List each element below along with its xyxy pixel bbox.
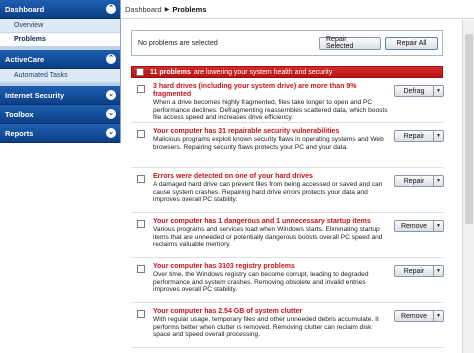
list-item: Your computer has 1 dangerous and 1 unne… — [131, 213, 444, 258]
problem-description: Various programs and services load when … — [153, 226, 383, 249]
sidebar-header-dashboard[interactable]: Dashboard ⌃ — [0, 0, 120, 19]
sidebar-header-reports[interactable]: Reports ⌄ — [0, 124, 120, 143]
sidebar-item-automated-tasks[interactable]: Automated Tasks — [0, 69, 120, 83]
sidebar-item-problems[interactable]: Problems — [0, 33, 120, 47]
select-all-checkbox[interactable] — [136, 68, 144, 76]
list-item: Errors were detected on one of your hard… — [131, 168, 444, 213]
problem-description: Over time, the Windows registry can beco… — [153, 271, 369, 294]
problem-title: Your computer has 1 dangerous and 1 unne… — [153, 218, 371, 225]
selection-status: No problems are selected — [138, 39, 218, 47]
item-checkbox[interactable] — [137, 175, 145, 183]
sidebar-header-label: Internet Security — [5, 90, 65, 100]
remove-button[interactable]: Remove — [394, 220, 434, 232]
problem-description: A damaged hard drive can prevent files f… — [153, 181, 383, 204]
sidebar-header-label: Reports — [5, 128, 34, 138]
sidebar-header-label: Toolbox — [5, 109, 34, 119]
chevron-down-icon[interactable]: ▼ — [434, 85, 444, 97]
defrag-button[interactable]: Defrag — [394, 85, 434, 97]
chevron-down-icon[interactable]: ▼ — [434, 220, 444, 232]
repair-button[interactable]: Repair — [394, 265, 434, 277]
problems-count: 11 problems — [150, 68, 191, 76]
chevron-down-icon[interactable]: ▼ — [434, 265, 444, 277]
problem-list: 3 hard drives (including your system dri… — [131, 78, 444, 348]
chevron-down-icon[interactable]: ▼ — [434, 175, 444, 187]
list-item: Your computer has 3103 registry problems… — [131, 258, 444, 303]
item-checkbox[interactable] — [137, 220, 145, 228]
remove-button[interactable]: Remove — [394, 310, 434, 322]
scrollbar[interactable] — [462, 20, 474, 353]
problem-description: With regular usage, temporary files and … — [153, 316, 379, 339]
chevron-down-icon[interactable]: ▼ — [434, 130, 444, 142]
collapse-icon[interactable]: ⌃ — [106, 54, 116, 64]
sidebar-header-toolbox[interactable]: Toolbox ⌄ — [0, 105, 120, 124]
list-item: 3 hard drives (including your system dri… — [131, 78, 444, 123]
problem-title: 3 hard drives (including your system dri… — [153, 83, 357, 98]
sidebar-empty-area — [0, 143, 121, 353]
sidebar-header-activecare[interactable]: ActiveCare ⌃ — [0, 50, 120, 69]
collapse-icon[interactable]: ⌃ — [106, 4, 116, 14]
chevron-right-icon: ▶ — [164, 6, 170, 13]
item-checkbox[interactable] — [137, 85, 145, 93]
sidebar-header-label: Dashboard — [5, 4, 45, 14]
item-checkbox[interactable] — [137, 130, 145, 138]
problem-title: Your computer has 2.54 GB of system clut… — [153, 308, 303, 315]
breadcrumb-root[interactable]: Dashboard — [125, 5, 162, 14]
breadcrumb-current: Problems — [172, 4, 207, 14]
breadcrumb: Dashboard ▶ Problems — [121, 0, 474, 19]
problem-description: Malicious programs exploit known securit… — [153, 136, 384, 151]
problem-description: When a drive becomes highly fragmented, … — [153, 99, 388, 122]
expand-icon[interactable]: ⌄ — [106, 90, 116, 100]
chevron-down-icon[interactable]: ▼ — [434, 310, 444, 322]
expand-icon[interactable]: ⌄ — [106, 128, 116, 138]
item-checkbox[interactable] — [137, 310, 145, 318]
scrollbar-thumb[interactable] — [465, 34, 473, 224]
repair-selected-button[interactable]: Repair Selected — [319, 36, 381, 50]
repair-button[interactable]: Repair — [394, 175, 434, 187]
list-item: Your computer has 2.54 GB of system clut… — [131, 303, 444, 348]
sidebar-header-label: ActiveCare — [5, 54, 45, 64]
sidebar-header-internet-security[interactable]: Internet Security ⌄ — [0, 86, 120, 105]
item-checkbox[interactable] — [137, 265, 145, 273]
repair-button[interactable]: Repair — [394, 130, 434, 142]
sidebar: Dashboard ⌃ Overview Problems ActiveCare… — [0, 0, 121, 353]
sidebar-item-overview[interactable]: Overview — [0, 19, 120, 33]
problem-title: Your computer has 3103 registry problems — [153, 263, 295, 270]
problems-header-text: are lowering your system health and secu… — [193, 68, 333, 76]
repair-all-button[interactable]: Repair All — [385, 36, 438, 50]
problems-header: 11 problems are lowering your system hea… — [131, 66, 443, 78]
expand-icon[interactable]: ⌄ — [106, 109, 116, 119]
list-item: Your computer has 31 repairable security… — [131, 123, 444, 168]
action-bar: No problems are selected Repair Selected… — [131, 30, 443, 56]
problem-title: Errors were detected on one of your hard… — [153, 173, 313, 180]
problem-title: Your computer has 31 repairable security… — [153, 128, 340, 135]
